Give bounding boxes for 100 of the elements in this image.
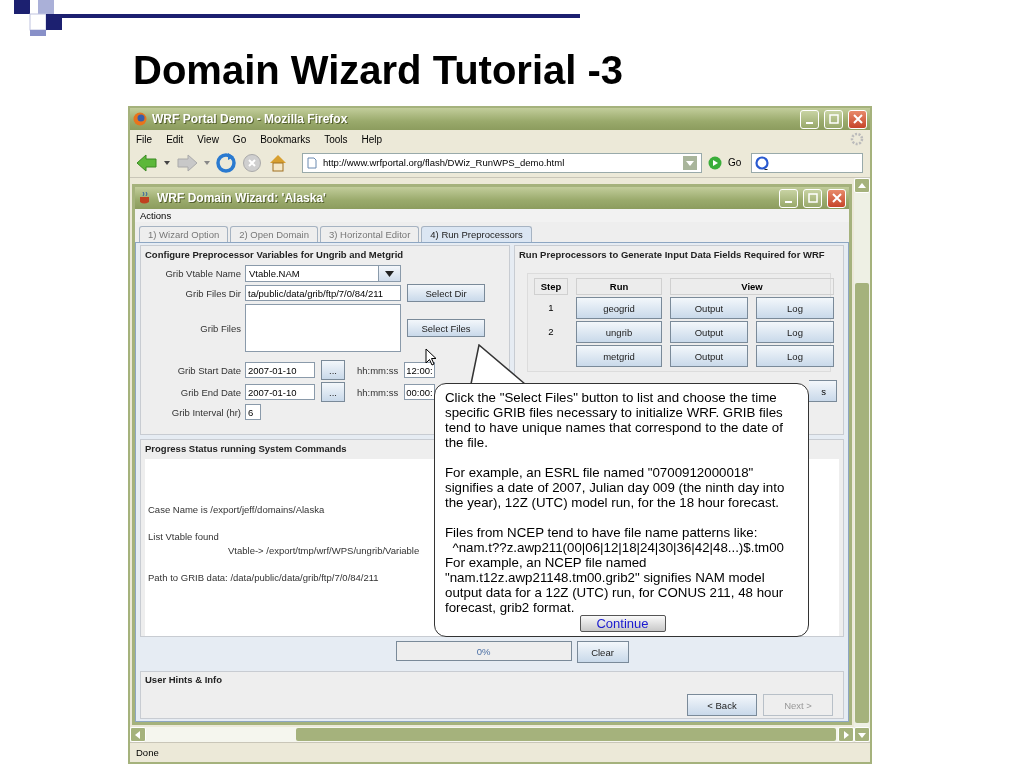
- address-field[interactable]: http://www.wrfportal.org/flash/DWiz_RunWPS_demo.html: [302, 152, 702, 173]
- close-icon: [852, 114, 863, 124]
- output-button[interactable]: Output: [670, 321, 748, 343]
- log-button[interactable]: Log: [756, 321, 834, 343]
- menu-item[interactable]: Go: [232, 133, 247, 145]
- input-field[interactable]: ta/public/data/grib/ftp/7/0/84/211: [245, 285, 401, 301]
- field-label: hh:mm:ss: [357, 364, 399, 376]
- horizontal-scrollbar[interactable]: [130, 727, 854, 742]
- search-field[interactable]: [751, 152, 864, 173]
- go-icon[interactable]: [708, 155, 722, 170]
- panel-title: User Hints & Info: [145, 674, 224, 685]
- input-field[interactable]: 2007-01-10: [245, 384, 315, 400]
- page-icon: [307, 156, 317, 169]
- menu-item[interactable]: Help: [361, 133, 383, 145]
- callout-text: For example, an ESRL file named "0700912000018" signifies a date of 2007, Julian day 009 (the ninth day into the year), 12Z (UTC) model run, for the 18 hour forecast.: [445, 465, 786, 510]
- vertical-scrollbar[interactable]: [854, 178, 870, 742]
- window-title: WRF Domain Wizard: 'Alaska': [157, 191, 327, 205]
- log-line: Vtable-> /export/tmp/wrf/WPS/ungrib/Variable: [228, 544, 420, 558]
- callout-text: Click the "Select Files" button to list and choose the time specific GRIB files necessary to initialize WRF. GRIB files tend to have unique names that correspond to the date of the file.: [445, 390, 784, 450]
- menu-item[interactable]: Bookmarks: [260, 133, 311, 145]
- tab[interactable]: 3) Horizontal Editor: [320, 226, 420, 242]
- clear-button[interactable]: Clear: [576, 641, 629, 663]
- search-engine-icon: [755, 155, 770, 170]
- dropdown-arrow-icon[interactable]: [164, 160, 170, 165]
- close-button[interactable]: [827, 188, 846, 208]
- date-picker-button[interactable]: ...: [321, 382, 345, 402]
- input-field[interactable]: 2007-01-10: [245, 362, 315, 378]
- minimize-icon: [806, 122, 813, 124]
- button[interactable]: s: [809, 380, 837, 402]
- field-label: Grib End Date: [179, 386, 241, 398]
- field-label: Grib Start Date: [176, 364, 241, 376]
- date-picker-button[interactable]: ...: [321, 360, 345, 380]
- run-button[interactable]: geogrid: [576, 297, 662, 319]
- input-field[interactable]: 00:00:: [404, 384, 436, 400]
- progress-percent: 0%: [476, 645, 491, 657]
- column-header: View: [670, 278, 834, 295]
- output-button[interactable]: Output: [670, 345, 748, 367]
- run-button[interactable]: ungrib: [576, 321, 662, 343]
- callout-text: For example, an NCEP file named "nam.t12z.awp21148.tm00.grib2" signifies NAM model output data for a 12Z (UTC) run, for CONUS 211, 48 hour forecast, grib2 format.: [445, 555, 785, 615]
- coffee-cup-icon: [138, 191, 152, 205]
- close-icon: [831, 193, 842, 203]
- back-button[interactable]: < Back: [687, 694, 757, 716]
- field-label: Grib Interval (hr): [170, 406, 241, 418]
- maximize-button[interactable]: [803, 188, 822, 208]
- minimize-button[interactable]: [800, 109, 819, 129]
- go-link[interactable]: Go: [728, 157, 742, 168]
- panel-title: Configure Preprocessor Variables for Ungrib and Metgrid: [145, 249, 405, 260]
- mouse-pointer-icon: [425, 348, 437, 366]
- output-button[interactable]: Output: [670, 297, 748, 319]
- panel-title: Run Preprocessors to Generate Input Data Fields Required for WRF: [519, 249, 826, 260]
- menu-item[interactable]: File: [136, 133, 153, 145]
- field-label: Grib Files: [199, 322, 241, 334]
- log-line: Path to GRIB data: /data/public/data/grib/ftp/7/0/84/211: [148, 571, 379, 585]
- close-button[interactable]: [848, 109, 867, 129]
- field-label: Grib Files Dir: [184, 287, 241, 299]
- tab[interactable]: 4) Run Preprocessors: [421, 226, 532, 242]
- step-number: 1: [547, 301, 555, 315]
- field-label: Grib Vtable Name: [164, 268, 241, 279]
- menu-item[interactable]: Actions: [140, 210, 172, 221]
- minimize-icon: [785, 201, 792, 203]
- reload-icon[interactable]: [216, 152, 236, 173]
- maximize-icon: [807, 193, 818, 203]
- step-number: 2: [547, 325, 555, 339]
- menu-item[interactable]: View: [197, 133, 219, 145]
- log-button[interactable]: Log: [756, 345, 834, 367]
- scroll-arrow-icon: [858, 181, 866, 190]
- home-icon[interactable]: [268, 152, 288, 173]
- select-files-button[interactable]: Select Files: [407, 319, 485, 337]
- run-button[interactable]: metgrid: [576, 345, 662, 367]
- tab[interactable]: 2) Open Domain: [230, 226, 318, 242]
- select-dir-button[interactable]: Select Dir: [407, 284, 485, 302]
- browser-logo-icon: [133, 112, 147, 126]
- menu-item[interactable]: Tools: [324, 133, 348, 145]
- window-title: WRF Portal Demo - Mozilla Firefox: [152, 112, 349, 126]
- back-arrow-icon[interactable]: [136, 152, 158, 173]
- column-header: Step: [534, 278, 568, 295]
- input-field[interactable]: 12:00:: [404, 362, 436, 378]
- column-header: Run: [576, 278, 662, 295]
- stop-icon[interactable]: [242, 152, 262, 173]
- log-line: Case Name is /export/jeff/domains/Alaska: [148, 503, 325, 517]
- status-text: Done: [136, 747, 159, 758]
- panel-title: Progress Status running System Commands: [145, 443, 348, 454]
- minimize-button[interactable]: [779, 188, 798, 208]
- slide-title: Domain Wizard Tutorial -3: [133, 47, 625, 94]
- forward-arrow-icon[interactable]: [176, 152, 198, 173]
- input-field[interactable]: 6: [245, 404, 261, 420]
- menu-item[interactable]: Edit: [166, 133, 184, 145]
- vtable-dropdown[interactable]: Vtable.NAM: [245, 265, 401, 282]
- maximize-icon: [828, 114, 839, 124]
- callout-text: Files from NCEP tend to have file name patterns like:: [445, 525, 759, 540]
- tab[interactable]: 1) Wizard Option: [139, 226, 229, 242]
- callout-text: ^nam.t??z.awp211(00|06|12|18|24|30|36|42|48...)$.tm00: [451, 540, 785, 555]
- continue-button[interactable]: Continue: [579, 615, 666, 632]
- field-label: hh:mm:ss: [357, 386, 399, 398]
- maximize-button[interactable]: [824, 109, 843, 129]
- scroll-arrow-icon: [134, 730, 142, 739]
- caret-icon: [385, 270, 394, 277]
- throbber-icon: [850, 132, 864, 146]
- log-button[interactable]: Log: [756, 297, 834, 319]
- log-line: List Vtable found: [148, 530, 219, 544]
